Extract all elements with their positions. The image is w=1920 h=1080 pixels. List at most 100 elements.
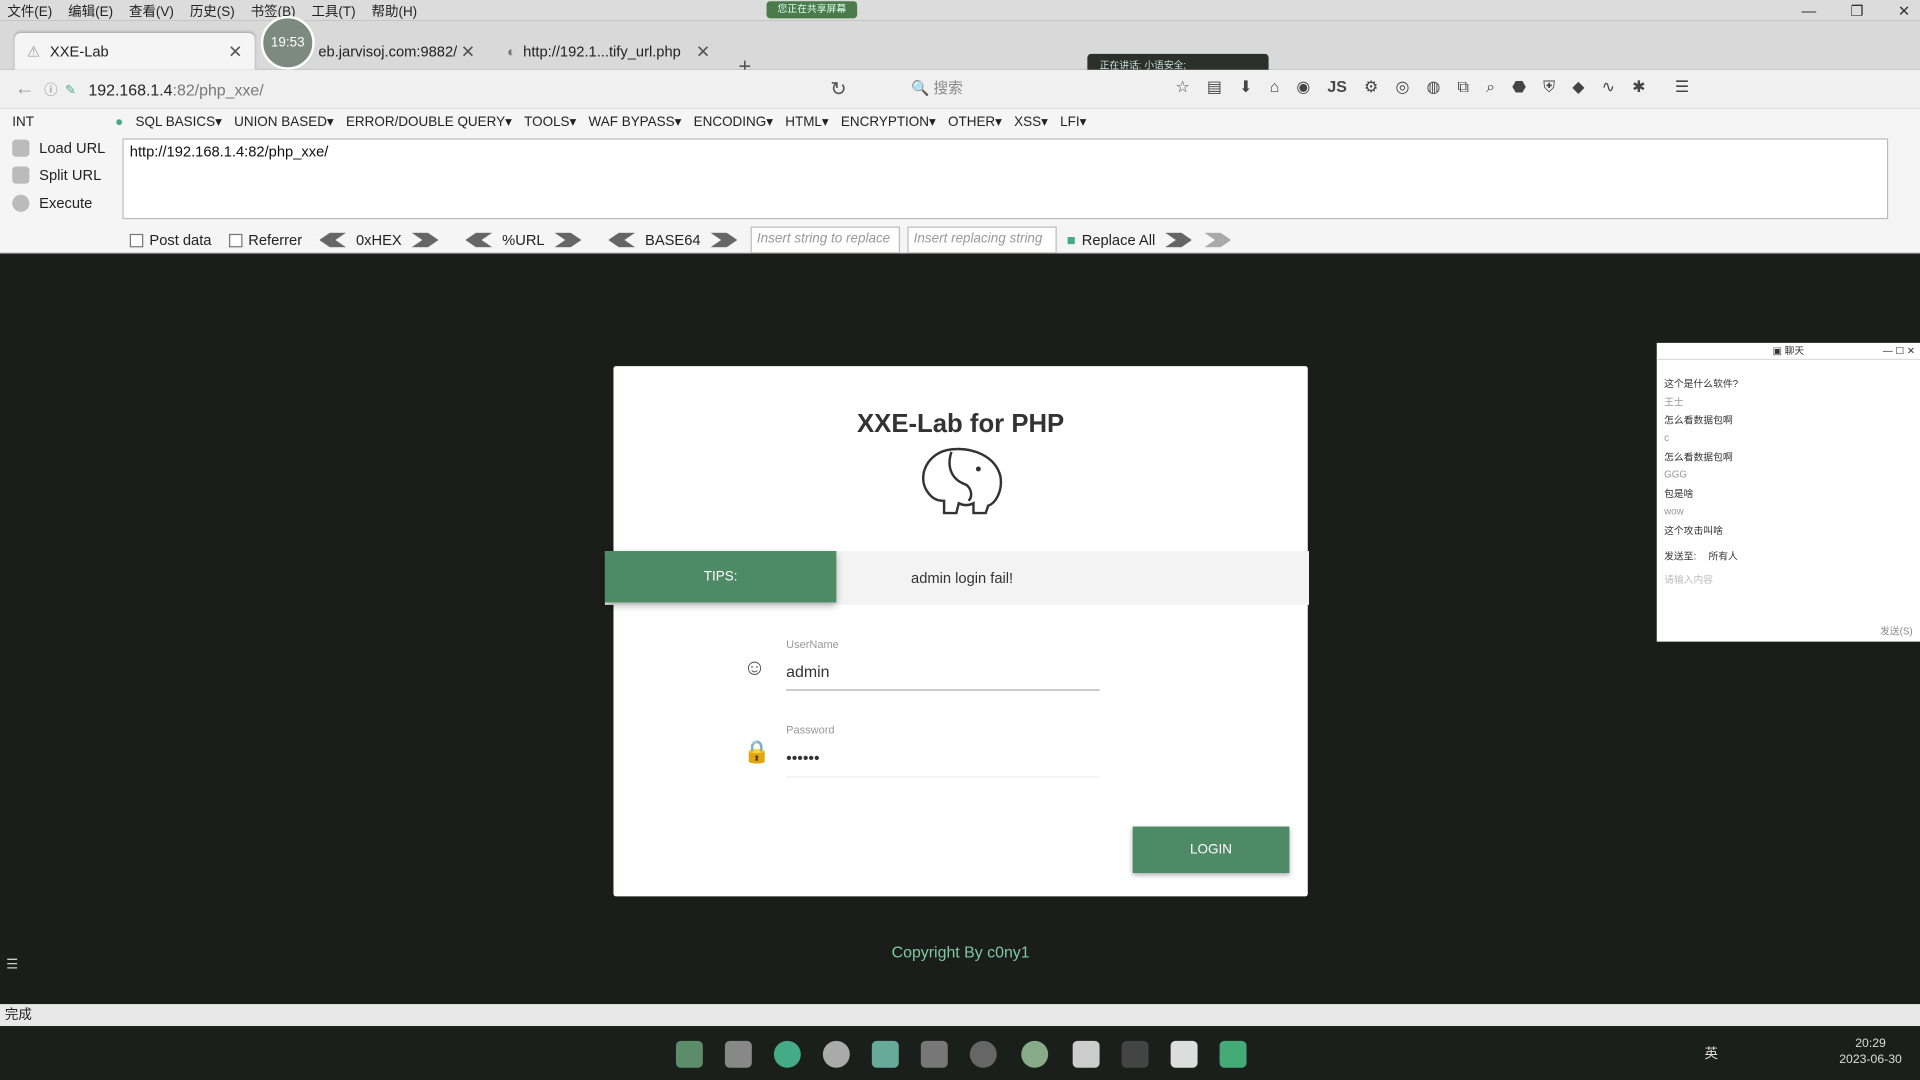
hex-encode-arrow-icon[interactable]	[411, 232, 439, 248]
replace-string-input[interactable]: Insert replacing string	[907, 226, 1057, 254]
settings-icon[interactable]: ✱	[1632, 77, 1645, 97]
photos-icon[interactable]	[871, 1040, 899, 1068]
send-to-label: 发送至:	[1664, 551, 1697, 563]
edge-icon[interactable]	[773, 1040, 801, 1068]
download-icon[interactable]: ⬇	[1239, 77, 1252, 97]
globe-icon[interactable]: ◉	[1296, 77, 1310, 97]
tab-close-icon[interactable]: ✕	[696, 41, 710, 62]
url-host: 192.168.1.4	[88, 80, 173, 99]
menu-tools[interactable]: 工具(T)	[311, 1, 355, 21]
app-icon[interactable]	[1121, 1040, 1149, 1068]
reload-icon[interactable]: ↻	[830, 77, 846, 101]
share-icon[interactable]: ⧉	[1458, 77, 1469, 97]
list-toggle-icon[interactable]: ☰	[6, 956, 18, 973]
home-icon[interactable]: ⌂	[1270, 77, 1280, 97]
js-icon[interactable]: JS	[1327, 77, 1346, 97]
menu-xss[interactable]: XSS▾	[1014, 114, 1048, 130]
find-string-input[interactable]: Insert string to replace	[750, 226, 901, 254]
menu-html[interactable]: HTML▾	[785, 114, 828, 130]
tab-jarvisoj[interactable]: eb.jarvisoj.com:9882/ ✕	[306, 33, 487, 70]
split-url-button[interactable]: Split URL	[12, 166, 101, 184]
tab-xxe-lab[interactable]: ⚠ XXE-Lab ✕	[14, 33, 255, 70]
load-url-button[interactable]: Load URL	[12, 139, 105, 157]
search-icon: 🔍	[911, 79, 930, 97]
proxy-icon[interactable]: ◍	[1427, 77, 1441, 97]
menu-tools[interactable]: TOOLS▾	[524, 114, 576, 130]
reader-icon[interactable]: ▤	[1207, 77, 1222, 97]
chat-input[interactable]: 请输入内容	[1657, 563, 1920, 596]
firefox-icon[interactable]	[1021, 1040, 1049, 1068]
hackbar-url-textarea[interactable]: http://192.168.1.4:82/php_xxe/	[122, 138, 1889, 220]
maximize-icon[interactable]: ❐	[1850, 2, 1863, 19]
ime-indicator[interactable]: 英	[1705, 1043, 1718, 1063]
address-bar[interactable]: ⓘ ✎ 192.168.1.4:82/php_xxe/	[44, 75, 864, 104]
tab-close-icon[interactable]: ✕	[461, 41, 475, 62]
menu-history[interactable]: 历史(S)	[190, 1, 235, 21]
menu-union-based[interactable]: UNION BASED▾	[234, 114, 334, 130]
system-clock[interactable]: 20:29 2023-06-30	[1839, 1036, 1902, 1068]
chat-send-button[interactable]: 发送(S)	[1880, 624, 1913, 637]
menu-other[interactable]: OTHER▾	[948, 114, 1002, 130]
status-text: 完成	[4, 1007, 32, 1023]
post-data-checkbox[interactable]	[129, 233, 144, 247]
base64-encode-arrow-icon[interactable]	[710, 232, 738, 248]
menu-encryption[interactable]: ENCRYPTION▾	[841, 114, 936, 130]
password-field[interactable]: ••••••	[786, 748, 819, 766]
close-icon[interactable]: ✕	[1898, 2, 1910, 19]
chat-window-controls[interactable]: — ☐ ✕	[1883, 343, 1915, 360]
toolbar-icons: ☆ ▤ ⬇ ⌂ ◉ JS ⚙ ◎ ◍ ⧉ ⌕ ⬣ ⛨ ◆ ∿ ✱ ☰	[1176, 77, 1690, 97]
menu-lfi[interactable]: LFI▾	[1060, 114, 1086, 130]
chrome-icon[interactable]	[822, 1040, 850, 1068]
menu-file[interactable]: 文件(E)	[7, 1, 52, 21]
menu-edit[interactable]: 编辑(E)	[68, 1, 113, 21]
file-explorer-icon[interactable]	[724, 1040, 752, 1068]
window-controls: — ❐ ✕	[1801, 2, 1910, 19]
search-input[interactable]: 🔍 搜索	[911, 77, 1156, 101]
replace-arrow-icon-2[interactable]	[1204, 232, 1232, 248]
menu-waf-bypass[interactable]: WAF BYPASS▾	[589, 114, 682, 130]
extension-icon[interactable]: ⚙	[1364, 77, 1378, 97]
execute-button[interactable]: Execute	[12, 194, 93, 212]
replace-all-button[interactable]: Replace All	[1082, 231, 1156, 248]
wappalyzer-icon[interactable]: ∿	[1602, 77, 1615, 97]
send-to-select[interactable]: 所有人	[1708, 550, 1737, 563]
menu-help[interactable]: 帮助(H)	[372, 1, 418, 21]
url-decode-arrow-icon[interactable]	[465, 232, 493, 248]
login-button[interactable]: LOGIN	[1132, 826, 1290, 874]
execute-label: Execute	[39, 194, 93, 212]
login-card: XXE-Lab for PHP TIPS: admin login fail! …	[604, 366, 1309, 897]
bookmark-star-icon[interactable]: ☆	[1176, 77, 1190, 97]
hackbar-select[interactable]: INT	[12, 114, 103, 129]
url-encode-arrow-icon[interactable]	[554, 232, 582, 248]
menu-error-query[interactable]: ERROR/DOUBLE QUERY▾	[346, 114, 512, 130]
tab-label: XXE-Lab	[49, 42, 109, 61]
app-icon[interactable]	[920, 1040, 948, 1068]
app-icon[interactable]	[1219, 1040, 1247, 1068]
menu-sql-basics[interactable]: SQL BASICS▾	[135, 114, 221, 130]
java-icon[interactable]	[1170, 1040, 1198, 1068]
username-field[interactable]: admin	[786, 662, 829, 680]
layers-icon[interactable]: ◆	[1572, 77, 1584, 97]
cookie-icon[interactable]: ◎	[1395, 77, 1409, 97]
app-icon[interactable]	[969, 1040, 997, 1068]
menu-encoding[interactable]: ENCODING▾	[694, 114, 773, 130]
hamburger-menu-icon[interactable]: ☰	[1675, 77, 1689, 97]
start-icon[interactable]	[675, 1040, 703, 1068]
adblock-icon[interactable]: ⬣	[1512, 77, 1526, 97]
chat-title: 聊天	[1784, 345, 1805, 357]
tab-notify-url[interactable]: ◐ http://192.1...tify_url.php ✕	[495, 33, 723, 70]
zoom-icon[interactable]: ⌕	[1486, 77, 1495, 97]
minimize-icon[interactable]: —	[1801, 2, 1816, 19]
app-icon[interactable]	[1072, 1040, 1100, 1068]
menu-view[interactable]: 查看(V)	[129, 1, 174, 21]
chat-message: wow	[1664, 505, 1684, 517]
back-icon[interactable]: ←	[15, 78, 35, 100]
username-underline	[786, 689, 1100, 691]
tab-close-icon[interactable]: ✕	[228, 41, 242, 62]
hex-decode-arrow-icon[interactable]	[319, 232, 347, 248]
hackbar-menu: INT ● SQL BASICS▾ UNION BASED▾ ERROR/DOU…	[12, 114, 1086, 130]
shield-icon[interactable]: ⛨	[1543, 77, 1555, 97]
replace-arrow-icon[interactable]	[1165, 232, 1192, 248]
referrer-checkbox[interactable]	[228, 233, 243, 247]
base64-decode-arrow-icon[interactable]	[608, 232, 636, 248]
